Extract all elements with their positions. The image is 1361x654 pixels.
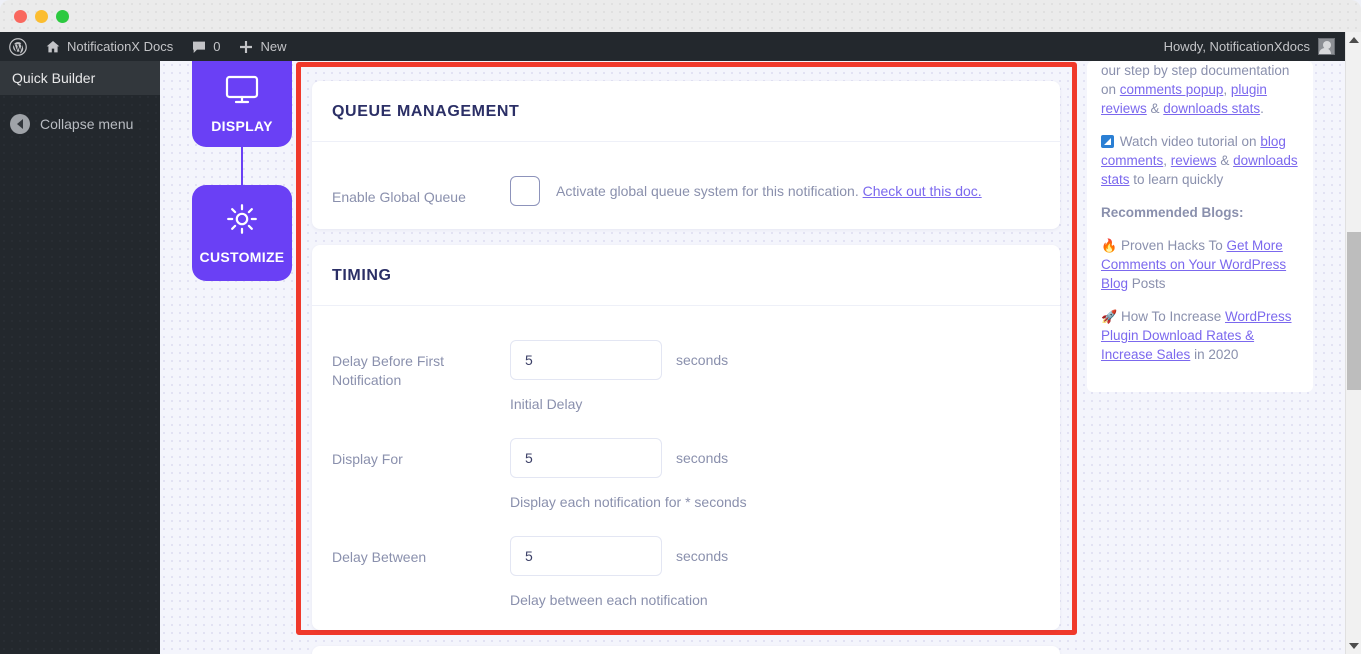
field-helper: Delay between each notification [510, 592, 708, 608]
chevron-left-icon [10, 114, 30, 134]
field-helper: Display each notification for * seconds [510, 494, 747, 510]
downloads-stats-link[interactable]: downloads stats [1163, 101, 1260, 116]
card-title: QUEUE MANAGEMENT [312, 81, 1060, 142]
collapse-menu-button[interactable]: Collapse menu [0, 107, 160, 141]
video-icon [1101, 135, 1114, 148]
blog2-lead: How To Increase [1117, 309, 1225, 324]
step-customize[interactable]: CUSTOMIZE [192, 185, 292, 281]
sidebar-item-quick-builder[interactable]: Quick Builder [0, 61, 160, 95]
card-queue-management: QUEUE MANAGEMENT Enable Global Queue Act… [312, 81, 1060, 229]
docs-para1-tail: . [1260, 101, 1264, 116]
delay-before-first-input[interactable] [510, 340, 662, 380]
field-label: Delay Before First Notification [332, 353, 445, 388]
wp-logo-menu[interactable] [0, 32, 36, 61]
card-timing: TIMING Delay Before First Notification s… [312, 245, 1060, 630]
reviews-video-link[interactable]: reviews [1171, 153, 1217, 168]
comments-popup-link[interactable]: comments popup [1120, 82, 1224, 97]
docs-para2-sep1: , [1163, 153, 1171, 168]
rocket-icon: 🚀 [1101, 309, 1118, 324]
field-label: Enable Global Queue [332, 189, 466, 205]
step-connector [241, 147, 243, 185]
docs-para2-sep2: & [1216, 153, 1234, 168]
scroll-down-icon[interactable] [1346, 638, 1361, 654]
zoom-window-button[interactable] [56, 10, 69, 23]
wordpress-logo-icon [9, 37, 27, 56]
collapse-menu-label: Collapse menu [40, 116, 134, 132]
builder-canvas: DISPLAY CUSTOMIZE QUEUE MANAGEMENT Enabl… [160, 61, 1361, 654]
field-label: Delay Between [332, 549, 427, 565]
docs-blog-item-1: 🔥 Proven Hacks To Get More Comments on Y… [1101, 236, 1299, 293]
blog1-lead: Proven Hacks To [1117, 238, 1227, 253]
field-delay-between: Delay Between seconds Delay between each… [332, 510, 1040, 608]
card-body: Enable Global Queue Activate global queu… [312, 142, 1060, 229]
card-next-partial [312, 646, 1060, 654]
docs-para1-sep1: , [1223, 82, 1231, 97]
field-helper: Initial Delay [510, 396, 583, 412]
comments-menu[interactable]: 0 [182, 32, 229, 61]
close-window-button[interactable] [14, 10, 27, 23]
field-label: Display For [332, 451, 403, 467]
traffic-lights [14, 10, 69, 23]
site-name-label: NotificationX Docs [67, 39, 174, 54]
unit-label: seconds [676, 548, 729, 564]
plus-icon [238, 39, 254, 55]
recommended-blogs-heading: Recommended Blogs: [1101, 205, 1244, 220]
settings-column: QUEUE MANAGEMENT Enable Global Queue Act… [312, 81, 1060, 654]
new-content-menu[interactable]: New [229, 32, 295, 61]
wp-admin-menu: Quick Builder Collapse menu [0, 61, 160, 654]
docs-help-panel: our step by step documentation on commen… [1087, 61, 1313, 392]
delay-between-input[interactable] [510, 536, 662, 576]
step-display[interactable]: DISPLAY [192, 61, 292, 147]
card-title: TIMING [312, 245, 1060, 306]
unit-label: seconds [676, 352, 729, 368]
enable-global-queue-checkbox[interactable] [510, 176, 540, 206]
builder-step-rail: DISPLAY CUSTOMIZE [192, 61, 292, 281]
field-description-text: Activate global queue system for this no… [556, 183, 859, 199]
new-label: New [260, 39, 287, 54]
unit-label: seconds [676, 450, 729, 466]
blog1-tail: Posts [1128, 276, 1166, 291]
window-titlebar [0, 0, 1361, 32]
step-display-label: DISPLAY [211, 117, 273, 134]
minimize-window-button[interactable] [35, 10, 48, 23]
sidebar-item-label: Quick Builder [12, 70, 96, 86]
docs-para1-sep2: & [1146, 101, 1164, 116]
docs-paragraph-video: Watch video tutorial on blog comments, r… [1101, 132, 1299, 189]
display-for-input[interactable] [510, 438, 662, 478]
card-body: Delay Before First Notification seconds … [312, 306, 1060, 630]
check-out-this-doc-link[interactable]: Check out this doc. [863, 183, 982, 199]
my-account-menu[interactable]: Howdy, NotificationXdocs [1164, 38, 1361, 55]
field-enable-global-queue: Enable Global Queue Activate global queu… [332, 150, 1040, 207]
docs-para2-tail: to learn quickly [1129, 172, 1224, 187]
comment-bubble-icon [191, 39, 207, 55]
gear-icon [225, 202, 259, 241]
fire-icon: 🔥 [1101, 238, 1118, 253]
wp-admin-bar: NotificationX Docs 0 New Howdy, Notifica… [0, 32, 1361, 61]
greeting-label: Howdy, NotificationXdocs [1163, 39, 1310, 54]
blog2-tail: in 2020 [1190, 347, 1239, 362]
site-name-menu[interactable]: NotificationX Docs [36, 32, 182, 61]
field-display-for: Display For seconds Display each notific… [332, 412, 1040, 510]
avatar [1318, 38, 1335, 55]
scrollbar-thumb[interactable] [1347, 232, 1361, 390]
home-icon [45, 39, 61, 55]
docs-paragraph-documentation: our step by step documentation on commen… [1101, 61, 1299, 118]
docs-para2-lead: Watch video tutorial on [1116, 134, 1261, 149]
page-scrollbar[interactable] [1345, 32, 1361, 654]
comments-count: 0 [213, 39, 221, 54]
field-delay-before-first-notification: Delay Before First Notification seconds … [332, 314, 1040, 412]
docs-blog-item-2: 🚀 How To Increase WordPress Plugin Downl… [1101, 307, 1299, 364]
scroll-up-icon[interactable] [1346, 32, 1361, 48]
monitor-icon [225, 75, 259, 110]
step-customize-label: CUSTOMIZE [199, 248, 285, 265]
field-description: Activate global queue system for this no… [556, 183, 982, 199]
